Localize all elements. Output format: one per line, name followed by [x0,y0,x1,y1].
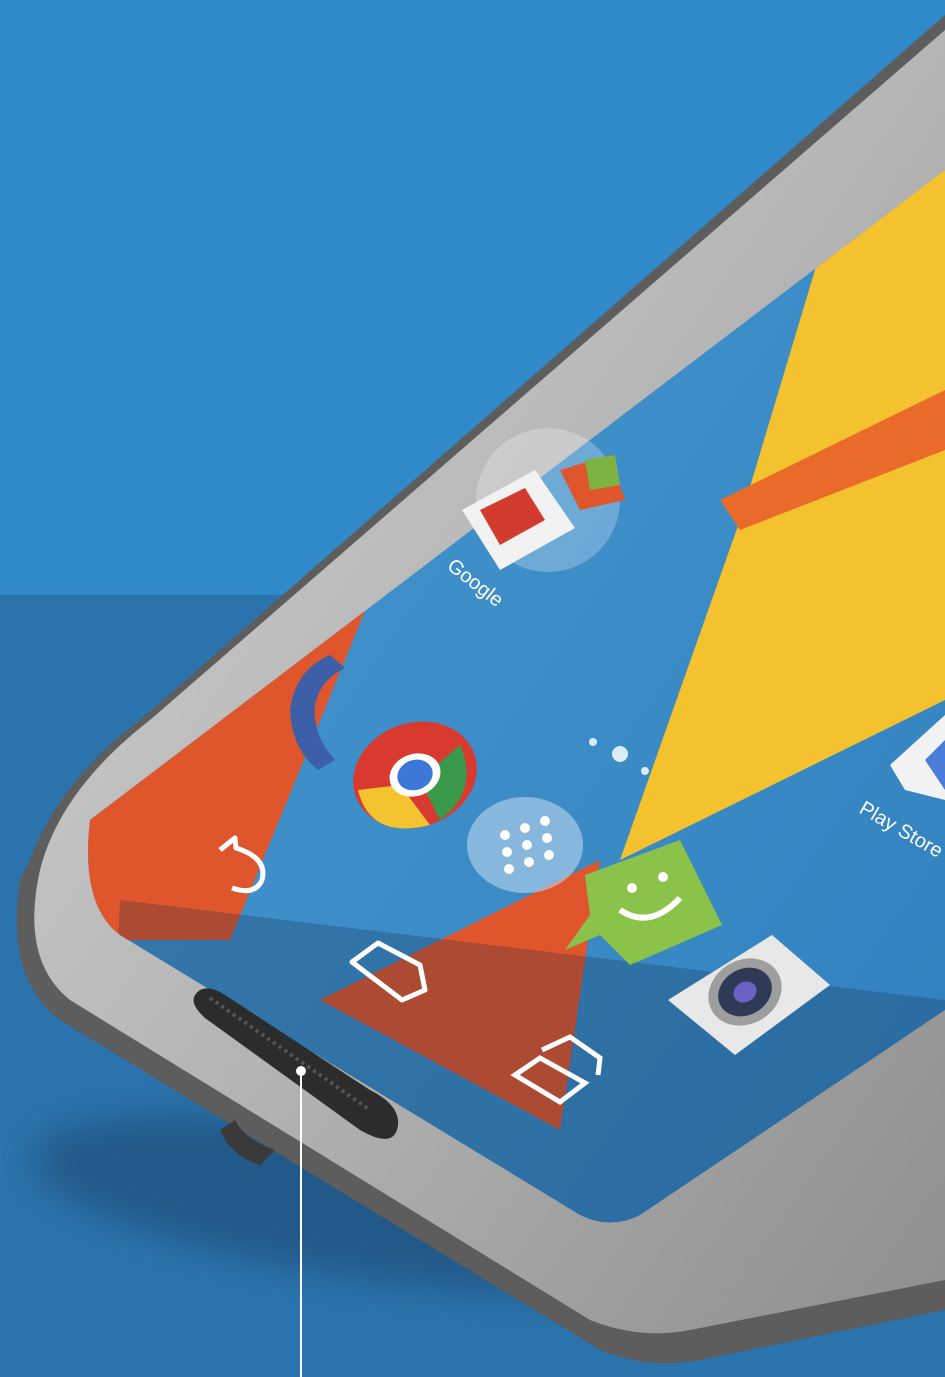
phone-scene: Google Play Store [16,15,945,1364]
app-drawer-icon[interactable] [467,797,583,893]
callout-line [300,1070,302,1377]
callout-dot [296,1066,306,1076]
